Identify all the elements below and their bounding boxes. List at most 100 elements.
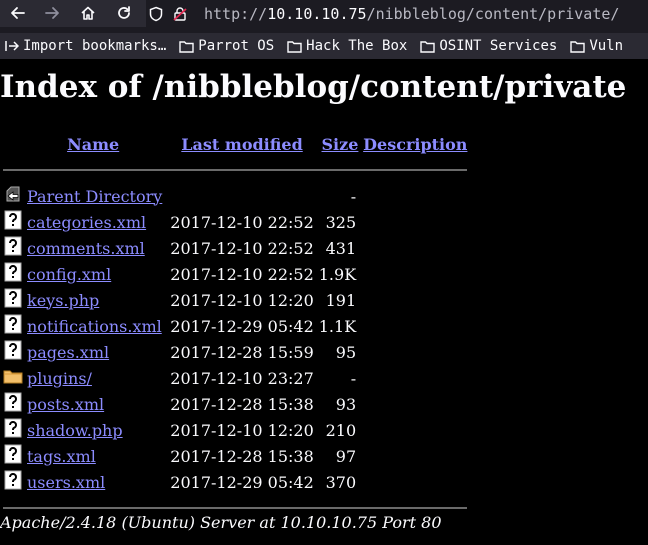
row-modified-cell: 2017-12-29 05:42 — [170, 316, 314, 336]
row-icon-cell — [2, 209, 26, 235]
row-size-cell: 95 — [335, 342, 357, 362]
table-row: comments.xml 2017-12-10 22:52 431 — [2, 235, 468, 261]
insecure-lock-icon[interactable] — [170, 6, 190, 22]
url-host: 10.10.10.75 — [267, 4, 367, 23]
browser-toolbar: http://10.10.10.75/nibbleblog/content/pr… — [0, 0, 648, 27]
modified-column-header[interactable]: Last modified — [166, 131, 317, 157]
file-link[interactable]: plugins/ — [27, 369, 92, 388]
description-column-header[interactable]: Description — [362, 131, 468, 157]
back-button[interactable] — [6, 2, 30, 24]
file-link[interactable]: categories.xml — [27, 213, 146, 232]
bookmark-label: Vuln — [589, 38, 624, 54]
forward-arrow-icon — [45, 7, 59, 19]
row-size-cell: 191 — [325, 290, 357, 310]
row-modified-cell: 2017-12-28 15:38 — [170, 446, 314, 466]
table-row: categories.xml 2017-12-10 22:52 325 — [2, 209, 468, 235]
row-modified-cell: 2017-12-10 12:20 — [170, 420, 314, 440]
file-icon — [3, 236, 23, 260]
url-text[interactable]: http://10.10.10.75/nibbleblog/content/pr… — [204, 5, 619, 23]
file-link[interactable]: comments.xml — [27, 239, 145, 258]
file-icon — [3, 470, 23, 494]
back-arrow-icon — [11, 7, 25, 19]
bookmark-parrot-os[interactable]: Parrot OS — [179, 38, 274, 54]
bookmark-vuln[interactable]: Vuln — [570, 38, 623, 54]
url-scheme: http:// — [204, 4, 268, 23]
folder-icon — [3, 370, 23, 390]
url-bar[interactable]: http://10.10.10.75/nibbleblog/content/pr… — [146, 0, 648, 27]
row-name-cell: comments.xml — [26, 235, 166, 261]
row-size-cell: 1.1K — [318, 316, 357, 336]
divider — [3, 507, 468, 509]
file-link[interactable]: tags.xml — [27, 447, 96, 466]
reload-icon — [118, 6, 130, 19]
row-modified-cell: 2017-12-29 05:42 — [170, 472, 314, 492]
file-icon — [3, 288, 23, 312]
divider — [3, 169, 468, 171]
row-name-cell: keys.php — [26, 287, 166, 313]
row-modified-cell — [166, 183, 317, 209]
sort-by-size-link[interactable]: Size — [322, 135, 359, 154]
row-icon-cell — [2, 235, 26, 261]
row-description-cell — [362, 339, 468, 365]
file-link[interactable]: posts.xml — [27, 395, 104, 414]
table-row: config.xml 2017-12-10 22:52 1.9K — [2, 261, 468, 287]
url-path: /nibbleblog/content/private/ — [366, 4, 620, 23]
row-description-cell — [362, 365, 468, 391]
row-icon-cell — [2, 261, 26, 287]
file-link[interactable]: notifications.xml — [27, 317, 162, 336]
row-description-cell — [362, 313, 468, 339]
row-description-cell — [362, 391, 468, 417]
row-description-cell — [362, 235, 468, 261]
bookmarks-toolbar: Import bookmarks… Parrot OS Hack The Box… — [0, 33, 648, 59]
bookmark-label: Hack The Box — [306, 38, 408, 54]
row-description-cell — [362, 469, 468, 495]
name-column-header[interactable]: Name — [26, 131, 166, 157]
row-modified-cell: 2017-12-28 15:59 — [170, 342, 314, 362]
bookmark-hack-the-box[interactable]: Hack The Box — [287, 38, 407, 54]
file-link[interactable]: config.xml — [27, 265, 111, 284]
row-icon-cell — [2, 313, 26, 339]
tracking-shield-icon[interactable] — [146, 6, 166, 22]
file-link[interactable]: shadow.php — [27, 421, 123, 440]
forward-button[interactable] — [40, 2, 64, 24]
file-link[interactable]: keys.php — [27, 291, 99, 310]
sort-by-description-link[interactable]: Description — [363, 135, 467, 154]
home-button[interactable] — [76, 2, 100, 24]
size-column-header[interactable]: Size — [318, 131, 362, 157]
row-icon-cell — [2, 469, 26, 495]
bookmark-osint-services[interactable]: OSINT Services — [420, 38, 557, 54]
row-name-cell: tags.xml — [26, 443, 166, 469]
row-icon-cell — [2, 443, 26, 469]
sort-by-name-link[interactable]: Name — [67, 135, 119, 154]
row-size-cell: 431 — [325, 238, 357, 258]
separator-row — [2, 157, 468, 183]
table-row: pages.xml 2017-12-28 15:59 95 — [2, 339, 468, 365]
row-description-cell — [362, 443, 468, 469]
import-icon — [5, 41, 19, 51]
page-content: Index of /nibbleblog/content/private Nam… — [0, 59, 648, 545]
row-name-cell: notifications.xml — [26, 313, 166, 339]
reload-button[interactable] — [112, 2, 136, 24]
row-description-cell — [362, 261, 468, 287]
file-link[interactable]: pages.xml — [27, 343, 109, 362]
file-link[interactable]: users.xml — [27, 473, 105, 492]
row-name-cell: Parent Directory — [26, 183, 166, 209]
row-description-cell — [362, 287, 468, 313]
sort-by-modified-link[interactable]: Last modified — [181, 135, 302, 154]
file-link[interactable]: Parent Directory — [27, 187, 162, 206]
file-icon — [3, 262, 23, 286]
row-modified-cell: 2017-12-10 22:52 — [170, 238, 314, 258]
file-icon — [3, 314, 23, 338]
page-title: Index of /nibbleblog/content/private — [0, 69, 627, 105]
row-modified-cell: 2017-12-10 23:27 — [170, 368, 314, 388]
row-modified-cell: 2017-12-10 22:52 — [170, 264, 314, 284]
parent-directory-icon — [3, 186, 23, 208]
bookmark-import[interactable]: Import bookmarks… — [5, 38, 166, 54]
file-icon — [3, 340, 23, 364]
server-signature: Apache/2.4.18 (Ubuntu) Server at 10.10.1… — [0, 513, 442, 532]
row-name-cell: shadow.php — [26, 417, 166, 443]
table-row: Parent Directory - — [2, 183, 468, 209]
row-size-cell: 370 — [325, 472, 357, 492]
row-size-cell: 93 — [335, 394, 357, 414]
row-icon-cell — [2, 339, 26, 365]
